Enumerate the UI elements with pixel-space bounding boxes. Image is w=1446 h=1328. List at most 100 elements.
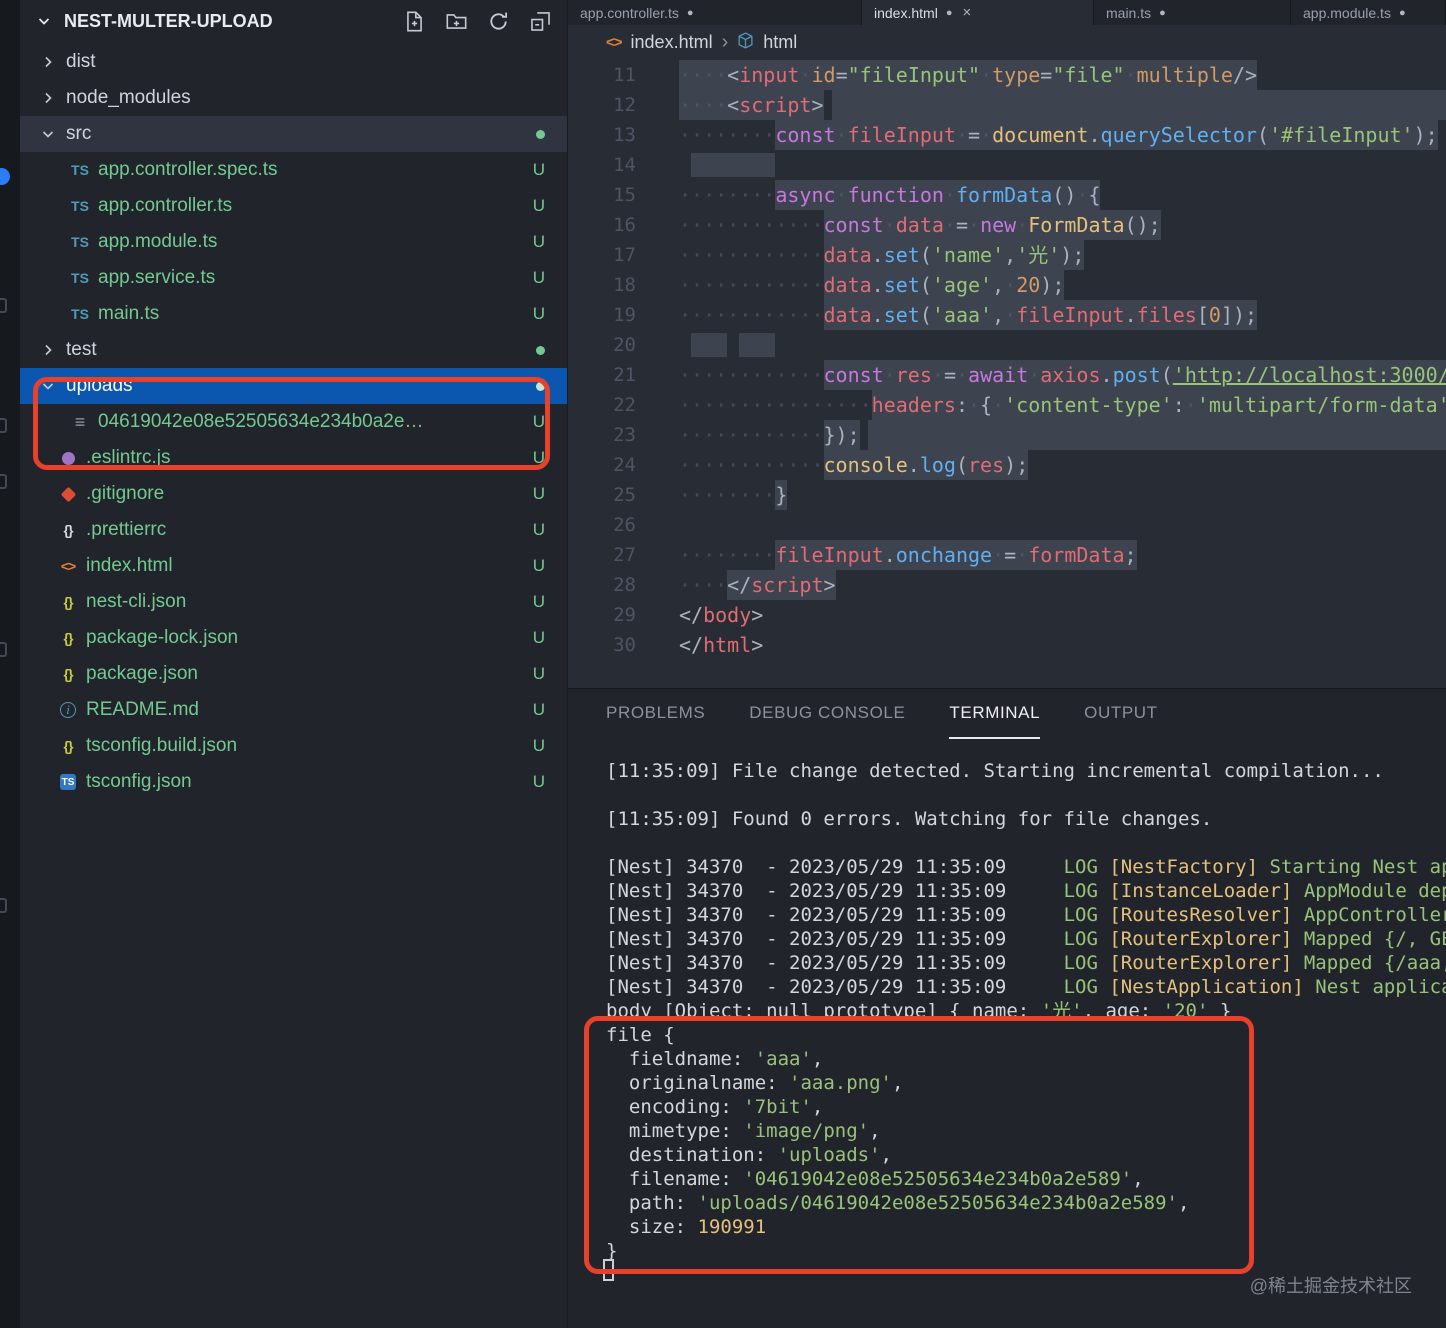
code-line: 24············console.log(res); — [568, 450, 1446, 480]
code-line: 17············data.set('name','光'); — [568, 240, 1446, 270]
line-number: 15 — [568, 180, 636, 210]
project-header[interactable]: NEST-MULTER-UPLOAD — [20, 0, 567, 44]
file-icon: ≡ — [75, 412, 86, 433]
line-number: 30 — [568, 630, 636, 660]
tree-item-label: .prettierrc — [86, 519, 166, 541]
tree-item-nest-cli-json[interactable]: {}nest-cli.jsonU — [20, 584, 567, 620]
modified-dot-icon: ● — [687, 7, 694, 19]
terminal-output[interactable]: [11:35:09] File change detected. Startin… — [606, 759, 1446, 1328]
tree-item-label: tsconfig.build.json — [86, 735, 237, 757]
code-line: 25········} — [568, 480, 1446, 510]
tree-item-index-html[interactable]: <>index.htmlU — [20, 548, 567, 584]
tree-item-gitignore[interactable]: .gitignoreU — [20, 476, 567, 512]
code-line: 18············data.set('age',·20); — [568, 270, 1446, 300]
terminal-line: encoding: '7bit', — [606, 1095, 1446, 1119]
panel-tab-debug-console[interactable]: DEBUG CONSOLE — [749, 689, 905, 739]
activity-bar[interactable] — [0, 0, 20, 1328]
tree-item-app-controller-ts[interactable]: TSapp.controller.tsU — [20, 188, 567, 224]
terminal-line: [Nest] 34370 - 2023/05/29 11:35:09 LOG [… — [606, 879, 1446, 903]
terminal-line: destination: 'uploads', — [606, 1143, 1446, 1167]
tree-item-label: tsconfig.json — [86, 771, 192, 793]
tree-item-tsconfig-build-json[interactable]: {}tsconfig.build.jsonU — [20, 728, 567, 764]
git-status-badge: U — [533, 412, 545, 432]
code-line: 19············data.set('aaa',·fileInput.… — [568, 300, 1446, 330]
terminal-line: } — [606, 1239, 1446, 1263]
new-folder-icon[interactable] — [446, 11, 467, 32]
terminal-line — [606, 783, 1446, 807]
breadcrumb-symbol[interactable]: html — [763, 32, 797, 53]
terminal-line: originalname: 'aaa.png', — [606, 1071, 1446, 1095]
modified-dot-icon — [536, 130, 545, 139]
line-number: 22 — [568, 390, 636, 420]
breadcrumb-separator-icon: › — [722, 31, 729, 54]
code-line: 23············}); — [568, 420, 1446, 450]
refresh-icon[interactable] — [488, 11, 509, 32]
tree-item-app-controller-spec-ts[interactable]: TSapp.controller.spec.tsU — [20, 152, 567, 188]
terminal-line: [Nest] 34370 - 2023/05/29 11:35:09 LOG [… — [606, 927, 1446, 951]
line-number: 23 — [568, 420, 636, 450]
git-status-badge: U — [533, 268, 545, 288]
editor-tab-app-controller-ts[interactable]: app.controller.ts● — [568, 0, 862, 25]
git-status-badge: U — [533, 556, 545, 576]
code-line: 21············const·res·=·await·axios.po… — [568, 360, 1446, 390]
tree-item-dist[interactable]: dist — [20, 44, 567, 80]
panel-tab-terminal[interactable]: TERMINAL — [949, 689, 1040, 739]
new-file-icon[interactable] — [404, 11, 425, 32]
terminal-line: [11:35:09] File change detected. Startin… — [606, 759, 1446, 783]
tree-item-tsconfig-json[interactable]: TStsconfig.jsonU — [20, 764, 567, 800]
terminal-line: [Nest] 34370 - 2023/05/29 11:35:09 LOG [… — [606, 951, 1446, 975]
tree-item-test[interactable]: test — [20, 332, 567, 368]
activity-icon-fragment — [0, 898, 7, 913]
tree-item-node-modules[interactable]: node_modules — [20, 80, 567, 116]
tree-item-eslintrc-js[interactable]: .eslintrc.jsU — [20, 440, 567, 476]
tree-item-label: uploads — [66, 375, 133, 397]
tree-item-uploads[interactable]: uploads — [20, 368, 567, 404]
typescript-icon: TS — [71, 162, 89, 178]
tree-item-readme-md[interactable]: iREADME.mdU — [20, 692, 567, 728]
code-editor[interactable]: 11····<input·id="fileInput"·type="file"·… — [568, 60, 1446, 688]
tree-item-04619042e08e52505634e234b0a2e589[interactable]: ≡04619042e08e52505634e234b0a2e589U — [20, 404, 567, 440]
explorer-sidebar: EXPLORER NEST-MULTER-UPLOAD distnode_mod… — [20, 0, 567, 1328]
git-status-badge: U — [533, 592, 545, 612]
breadcrumb[interactable]: <> index.html › html — [568, 25, 1446, 60]
tree-item-prettierrc[interactable]: {}.prettierrcU — [20, 512, 567, 548]
editor-tab-main-ts[interactable]: main.ts● — [1094, 0, 1291, 25]
tree-item-package-json[interactable]: {}package.jsonU — [20, 656, 567, 692]
editor-tab-label: main.ts — [1106, 5, 1151, 21]
git-status-badge: U — [533, 484, 545, 504]
editor-tab-app-module-ts[interactable]: app.module.ts ● — [1291, 0, 1446, 25]
chevron-down-icon — [36, 126, 60, 142]
terminal-line: fieldname: 'aaa', — [606, 1047, 1446, 1071]
tree-item-src[interactable]: src — [20, 116, 567, 152]
line-number: 18 — [568, 270, 636, 300]
tree-item-package-lock-json[interactable]: {}package-lock.jsonU — [20, 620, 567, 656]
tree-item-app-module-ts[interactable]: TSapp.module.tsU — [20, 224, 567, 260]
editor-tab-index-html[interactable]: index.html ● × — [862, 0, 1094, 25]
panel-tab-problems[interactable]: PROBLEMS — [606, 689, 705, 739]
terminal-line: body [Object: null prototype] { name: '光… — [606, 999, 1446, 1023]
modified-dot-icon: ● — [1399, 7, 1406, 19]
code-line: 27········fileInput.onchange·=·formData; — [568, 540, 1446, 570]
modified-dot-icon: ● — [946, 7, 953, 19]
collapse-all-icon[interactable] — [530, 11, 551, 32]
breadcrumb-file[interactable]: index.html — [631, 32, 713, 53]
tree-item-app-service-ts[interactable]: TSapp.service.tsU — [20, 260, 567, 296]
git-status-badge: U — [533, 520, 545, 540]
terminal-line: [Nest] 34370 - 2023/05/29 11:35:09 LOG [… — [606, 975, 1446, 999]
editor-tab-label: index.html — [874, 5, 938, 21]
line-number: 19 — [568, 300, 636, 330]
git-status-badge: U — [533, 700, 545, 720]
tree-item-label: node_modules — [66, 87, 191, 109]
code-line: 15········async·function·formData()·{ — [568, 180, 1446, 210]
editor-tab-label: app.module.ts — [1303, 5, 1391, 21]
panel-tab-output[interactable]: OUTPUT — [1084, 689, 1157, 739]
close-icon[interactable]: × — [962, 4, 971, 21]
tree-item-main-ts[interactable]: TSmain.tsU — [20, 296, 567, 332]
chevron-down-icon — [32, 13, 56, 29]
line-number: 26 — [568, 510, 636, 540]
line-number: 21 — [568, 360, 636, 390]
git-status-badge: U — [533, 772, 545, 792]
json-icon: {} — [64, 630, 73, 646]
chevron-right-icon — [36, 54, 60, 70]
typescript-icon: TS — [71, 234, 89, 250]
